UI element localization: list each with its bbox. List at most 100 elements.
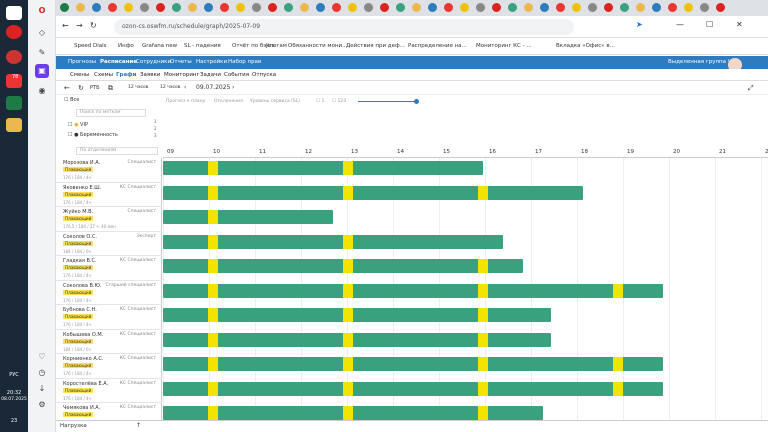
browser-tab-icon[interactable]	[668, 3, 677, 12]
browser-tab-icon[interactable]	[700, 3, 709, 12]
browser-tab-icon[interactable]	[140, 3, 149, 12]
menu-shifts[interactable]: Смены	[70, 72, 89, 78]
browser-tab-icon[interactable]	[540, 3, 549, 12]
browser-tab-icon[interactable]	[604, 3, 613, 12]
nav-forecasts[interactable]: Прогнозы	[68, 59, 96, 65]
browser-tab-icon[interactable]	[716, 3, 725, 12]
browser-tab-icon[interactable]	[76, 3, 85, 12]
browser-tab-icon[interactable]	[620, 3, 629, 12]
browser-tab-icon[interactable]	[508, 3, 517, 12]
zoom-slider-handle[interactable]	[414, 99, 419, 104]
browser-tab-icon[interactable]	[252, 3, 261, 12]
employee-row[interactable]: Соколов О.С. Эксперт Плавающий 184 / 184…	[56, 232, 162, 256]
zoom-slider[interactable]	[358, 101, 416, 102]
send-icon[interactable]: ➤	[636, 20, 643, 29]
bookmark-item[interactable]: Обязанности мони...	[288, 43, 347, 49]
bookmark-item[interactable]: Инфо	[118, 43, 134, 49]
employee-row[interactable]: Бубнова С.Н. КС Специалист Плавающий 176…	[56, 305, 162, 330]
menu-monitoring[interactable]: Мониторинг	[164, 72, 199, 78]
shift-bar[interactable]	[163, 161, 483, 175]
nav-schedule[interactable]: Расписание	[100, 59, 137, 65]
browser-tab-icon[interactable]	[636, 3, 645, 12]
browser-tab-icon[interactable]	[156, 3, 165, 12]
bookmark-item[interactable]: Jira	[266, 43, 275, 49]
employee-row[interactable]: Гладкая В.С. КС Специалист Плавающий 176…	[56, 256, 162, 281]
shift-bar[interactable]	[163, 283, 663, 298]
browser-tab-icon[interactable]	[380, 3, 389, 12]
windows-icon[interactable]	[6, 6, 22, 20]
browser-tab-icon[interactable]	[172, 3, 181, 12]
shift-bar[interactable]	[163, 357, 663, 371]
browser-tab-icon[interactable]	[284, 3, 293, 12]
menu-schemes[interactable]: Схемы	[94, 72, 113, 78]
browser-tab-icon[interactable]	[300, 3, 309, 12]
expand-icon[interactable]: ⤢	[748, 84, 754, 93]
bookmark-item[interactable]: Отчёт по бэклогам	[232, 43, 287, 49]
browser-tab-icon[interactable]	[108, 3, 117, 12]
employee-row[interactable]: Яковенко Е.Ш. КС Специалист Плавающий 17…	[56, 183, 162, 207]
back-arrow-icon[interactable]: ←	[64, 84, 70, 92]
refresh-icon[interactable]: ↻	[78, 84, 84, 92]
rtb-toggle[interactable]: РТБ	[90, 85, 100, 91]
browser-tab-icon[interactable]	[236, 3, 245, 12]
sort-select[interactable]: По отделениям	[76, 147, 158, 155]
load-label[interactable]: Нагрузка	[60, 423, 87, 429]
browser-tab-icon[interactable]	[476, 3, 485, 12]
browser-tab-icon[interactable]	[572, 3, 581, 12]
nav-employees[interactable]: Сотрудники	[136, 59, 171, 65]
nav-reports[interactable]: Отчеты	[170, 59, 192, 65]
menu-requests[interactable]: Заявки	[140, 72, 160, 78]
next-date-icon[interactable]: ›	[232, 84, 234, 91]
tag-pregnancy[interactable]: ☐ ● Беременность	[68, 132, 118, 138]
shift-bar[interactable]	[163, 210, 333, 224]
browser-tab-icon[interactable]	[316, 3, 325, 12]
browser-tab-icon[interactable]	[188, 3, 197, 12]
browser-tab-icon[interactable]	[204, 3, 213, 12]
url-field[interactable]: ozon-cs.oswfm.ru/schedule/graph/2025-07-…	[114, 19, 574, 35]
app-badge-icon[interactable]: 78	[6, 74, 22, 88]
settings-icon[interactable]: ⚙	[35, 398, 49, 412]
bookmark-item[interactable]: SL - падения	[184, 43, 221, 49]
browser-tab-icon[interactable]	[556, 3, 565, 12]
opera-gx-icon[interactable]	[6, 50, 22, 64]
browser-tab-icon[interactable]	[124, 3, 133, 12]
option-sl[interactable]: Уровень сервиса (SL)	[250, 99, 300, 104]
folder-icon[interactable]	[6, 118, 22, 132]
employee-row[interactable]: Морозова И.А. Специалист Плавающий 176 /…	[56, 158, 162, 183]
option-c2[interactable]: ☐ 123	[332, 99, 346, 104]
nav-rights[interactable]: Набор прав	[228, 59, 261, 65]
clock-icon[interactable]: ◷	[35, 366, 49, 380]
browser-tab-icon[interactable]	[524, 3, 533, 12]
download-icon[interactable]: ↓	[35, 382, 49, 396]
tag-vip[interactable]: ☐ ● VIP	[68, 122, 88, 128]
browser-tab-icon[interactable]	[444, 3, 453, 12]
hours-select-2[interactable]: 12 часов	[160, 85, 180, 90]
browser-tab-icon[interactable]	[60, 3, 69, 12]
menu-graphs[interactable]: Графи	[116, 72, 136, 78]
maximize-icon[interactable]: ☐	[706, 20, 713, 29]
option-forecast[interactable]: Прогноз к плану	[166, 99, 205, 104]
shift-bar[interactable]	[163, 234, 503, 249]
bookmark-icon[interactable]: ✎	[35, 46, 49, 60]
browser-tab-icon[interactable]	[652, 3, 661, 12]
date-field[interactable]: 09.07.2025	[196, 84, 230, 91]
shift-bar[interactable]	[163, 185, 583, 200]
employee-row[interactable]: Жуйко М.В. Специалист Плавающий 176,5 / …	[56, 207, 162, 232]
menu-vacations[interactable]: Отпуска	[252, 72, 276, 78]
browser-tab-icon[interactable]	[428, 3, 437, 12]
employee-row[interactable]: Коростелёва Е.А. КС Специалист Плавающий…	[56, 379, 162, 403]
bookmark-item[interactable]: Вкладка «Офис» в...	[556, 43, 615, 49]
aria-icon[interactable]: ◇	[35, 26, 49, 40]
menu-events[interactable]: События	[224, 72, 249, 78]
hours-select-1[interactable]: 12 часов	[128, 85, 148, 90]
menu-tasks[interactable]: Задачи	[200, 72, 221, 78]
minimize-icon[interactable]: —	[676, 20, 684, 29]
shift-bar[interactable]	[163, 308, 551, 322]
opera-icon[interactable]	[6, 25, 22, 39]
excel-icon[interactable]	[6, 96, 22, 110]
bookmark-item[interactable]: Мониторинг КС - ...	[476, 43, 532, 49]
bookmark-item[interactable]: Speed Dials	[74, 43, 107, 49]
browser-tab-icon[interactable]	[684, 3, 693, 12]
browser-tab-icon[interactable]	[92, 3, 101, 12]
shift-bar[interactable]	[163, 332, 551, 347]
